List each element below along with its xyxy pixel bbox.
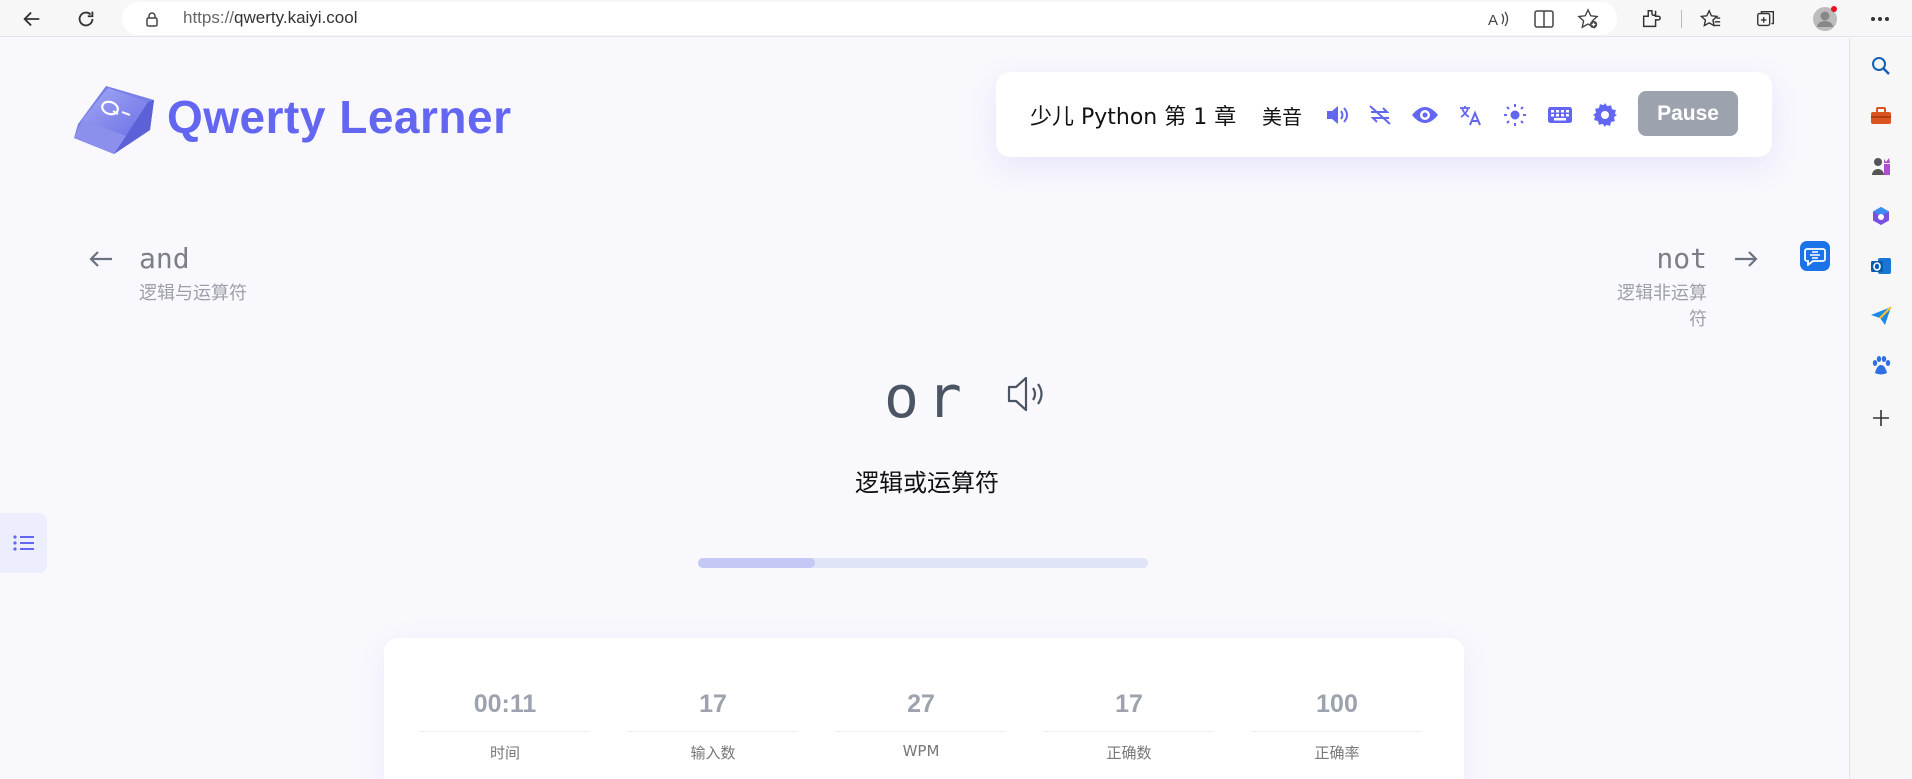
prev-arrow-icon[interactable] — [88, 249, 114, 273]
visibility-icon[interactable] — [1410, 100, 1440, 130]
profile-avatar[interactable] — [1810, 4, 1840, 34]
word-list-icon[interactable] — [0, 513, 47, 573]
games-icon[interactable] — [1865, 150, 1897, 182]
lock-icon — [144, 11, 160, 31]
stat-label: 时间 — [489, 744, 520, 762]
stat-value: 27 — [907, 690, 935, 718]
favorite-add-icon[interactable] — [1575, 7, 1601, 31]
tools-icon[interactable] — [1865, 100, 1897, 132]
split-screen-icon[interactable] — [1531, 7, 1557, 31]
next-word-text: not — [1656, 242, 1707, 275]
svg-text:A: A — [1488, 12, 1498, 28]
translate-extension-icon[interactable] — [1800, 241, 1830, 271]
browser-toolbar: https://qwerty.kaiyi.cool A — [0, 0, 1912, 37]
chapter-selector[interactable]: 少儿 Python 第 1 章 — [1030, 99, 1236, 131]
collections-icon[interactable] — [1751, 4, 1781, 34]
url-text: https://qwerty.kaiyi.cool — [183, 8, 358, 27]
copilot-icon[interactable] — [1865, 200, 1897, 232]
stat-accuracy: 100 正确率 — [1252, 690, 1422, 763]
stat-label: WPM — [902, 742, 940, 760]
settings-gear-icon[interactable] — [1590, 100, 1620, 130]
page-content: Qwerty Learner 少儿 Python 第 1 章 美音 Pause — [0, 38, 1849, 779]
practice-toolbar: 少儿 Python 第 1 章 美音 Pause — [996, 72, 1772, 157]
current-word: or — [884, 363, 970, 431]
more-options-icon[interactable] — [1865, 4, 1895, 34]
next-arrow-icon[interactable] — [1733, 249, 1759, 273]
stat-label: 正确率 — [1314, 744, 1360, 762]
baidu-icon[interactable] — [1865, 350, 1897, 382]
toolbar-divider — [1681, 10, 1682, 28]
refresh-icon[interactable] — [71, 4, 101, 34]
stat-correct-count: 17 正确数 — [1044, 690, 1214, 763]
send-icon[interactable] — [1865, 300, 1897, 332]
next-word-translation: 逻辑非运算符 — [1617, 283, 1707, 330]
stat-value: 00:11 — [473, 690, 537, 718]
prev-word-translation: 逻辑与运算符 — [139, 283, 247, 304]
browser-sidebar — [1849, 38, 1912, 779]
logo-icon — [70, 80, 156, 158]
stat-time: 00:11 时间 — [420, 690, 590, 763]
favorites-icon[interactable] — [1696, 4, 1726, 34]
keyboard-icon[interactable] — [1545, 100, 1575, 130]
stat-wpm: 27 WPM — [836, 690, 1006, 760]
stat-label: 输入数 — [690, 744, 736, 762]
next-word[interactable]: not 逻辑非运算符 — [1600, 242, 1707, 331]
address-bar[interactable]: https://qwerty.kaiyi.cool A — [122, 2, 1617, 35]
current-translation: 逻辑或运算符 — [855, 469, 999, 497]
pronounce-speaker-icon[interactable] — [1006, 374, 1050, 418]
accent-selector[interactable]: 美音 — [1262, 101, 1302, 130]
pause-button[interactable]: Pause — [1638, 91, 1738, 136]
progress-fill — [698, 558, 815, 568]
translate-icon[interactable] — [1455, 100, 1485, 130]
stat-value: 100 — [1316, 690, 1358, 718]
prev-word[interactable]: and 逻辑与运算符 — [139, 242, 247, 305]
extensions-icon[interactable] — [1636, 4, 1666, 34]
stat-value: 17 — [1115, 690, 1143, 718]
outlook-icon[interactable] — [1865, 250, 1897, 282]
back-icon[interactable] — [17, 4, 47, 34]
read-aloud-icon[interactable]: A — [1486, 7, 1512, 31]
search-icon[interactable] — [1865, 50, 1897, 82]
stats-panel: 00:11 时间 17 输入数 27 WPM 17 正确数 100 正确率 — [384, 638, 1464, 779]
prev-word-text: and — [139, 242, 190, 275]
loop-icon[interactable] — [1365, 100, 1395, 130]
brand-title[interactable]: Qwerty Learner — [167, 90, 511, 144]
stat-label: 正确数 — [1106, 744, 1152, 762]
progress-bar — [698, 558, 1148, 568]
stat-input-count: 17 输入数 — [628, 690, 798, 763]
sound-icon[interactable] — [1323, 100, 1353, 130]
add-icon[interactable] — [1865, 402, 1897, 434]
theme-sun-icon[interactable] — [1500, 100, 1530, 130]
stat-value: 17 — [699, 690, 727, 718]
